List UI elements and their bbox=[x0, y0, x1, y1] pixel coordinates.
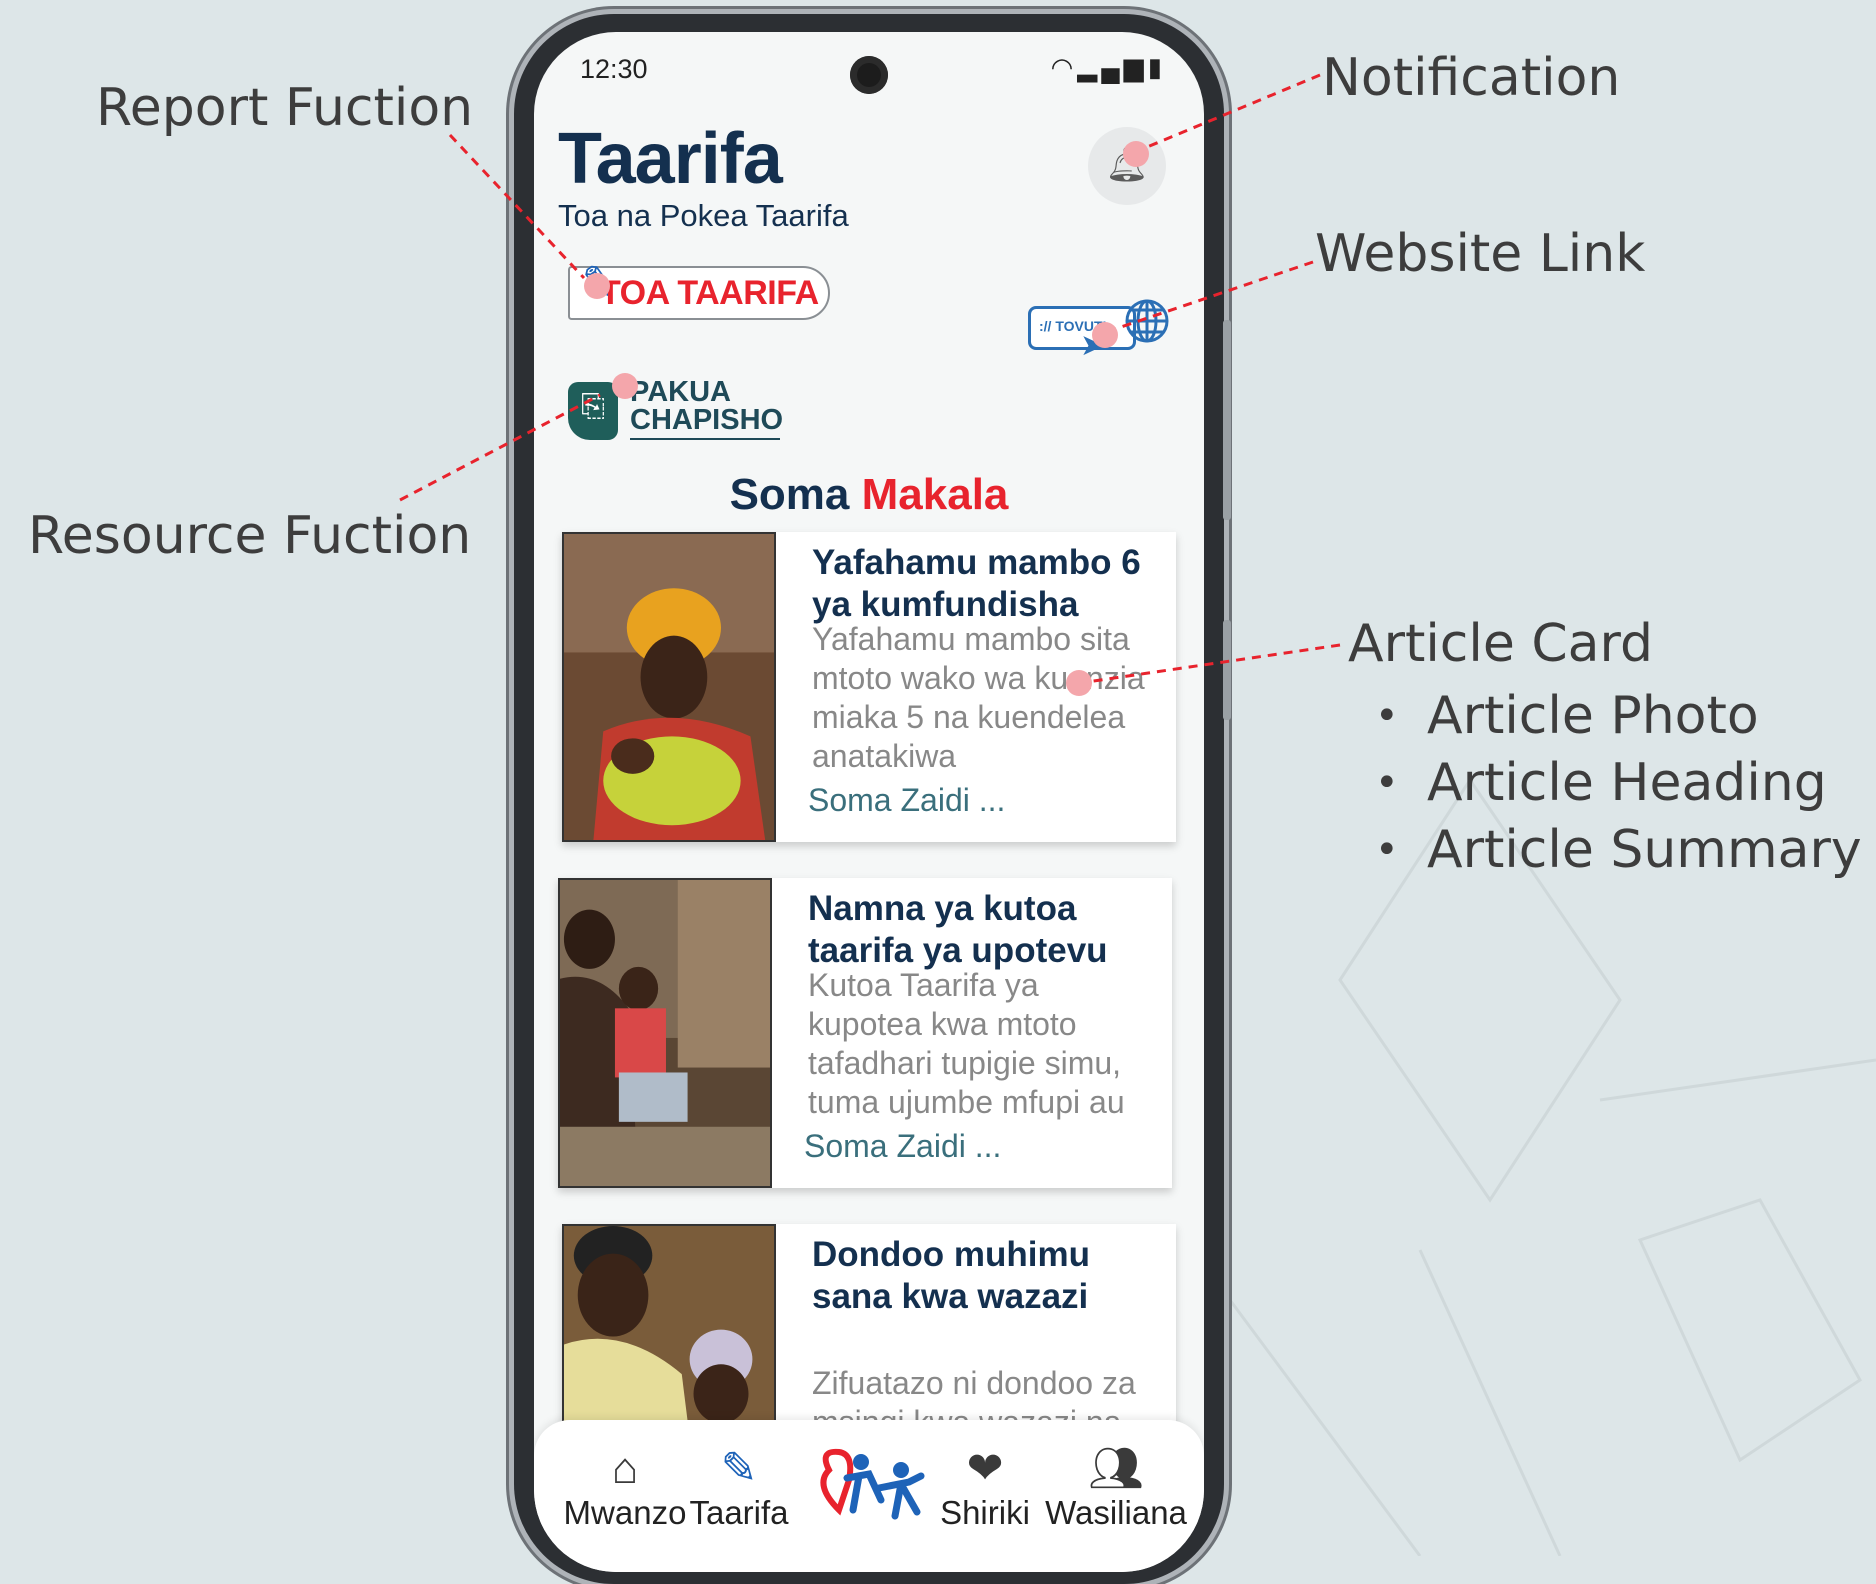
article-photo bbox=[562, 532, 776, 842]
status-time: 12:30 bbox=[580, 54, 648, 84]
callout-article-parts: Article Photo Article Heading Article Su… bbox=[1375, 683, 1862, 884]
callout-notification: Notification bbox=[1322, 48, 1621, 108]
phone-volume-button bbox=[1223, 320, 1231, 520]
callout-resource: Resource Fuction bbox=[28, 506, 472, 566]
signal-icon: ▂▄▆ bbox=[1077, 52, 1148, 82]
callout-article-photo: Article Photo bbox=[1375, 683, 1862, 750]
callout-marker bbox=[1092, 322, 1118, 348]
nav-label: Taarifa bbox=[689, 1494, 789, 1531]
callout-marker bbox=[612, 373, 638, 399]
article-heading: Dondoo muhimu sana kwa wazazi bbox=[812, 1235, 1091, 1316]
callout-report: Report Fuction bbox=[96, 78, 474, 138]
page-title: Taarifa bbox=[558, 119, 783, 199]
callout-article-heading: Article Heading bbox=[1375, 750, 1862, 817]
front-camera bbox=[850, 56, 888, 94]
section-title-part1: Soma bbox=[729, 470, 850, 519]
section-title: Soma Makala bbox=[534, 470, 1204, 520]
nav-item-home[interactable]: ⌂ Mwanzo bbox=[562, 1444, 688, 1532]
nav-item-contact[interactable]: 👥︎ Wasiliana bbox=[1040, 1444, 1192, 1532]
resource-label-line2: CHAPISHO bbox=[630, 404, 784, 436]
document-download-icon: ⎘ bbox=[568, 382, 618, 440]
battery-icon: ▮ bbox=[1147, 52, 1166, 82]
read-more-link[interactable]: Soma Zaidi ... bbox=[804, 1128, 1001, 1165]
nav-label: Mwanzo bbox=[563, 1494, 687, 1531]
phone-power-button bbox=[1223, 620, 1231, 720]
phone-screen: 12:30 ◠▂▄▆▮ Taarifa Toa na Pokea Taarifa… bbox=[534, 32, 1204, 1572]
app-logo-icon[interactable] bbox=[809, 1440, 929, 1530]
nav-label: Shiriki bbox=[940, 1494, 1030, 1531]
callout-marker bbox=[584, 273, 610, 299]
home-icon: ⌂ bbox=[611, 1444, 639, 1493]
callout-article-card: Article Card bbox=[1348, 614, 1653, 674]
callout-website: Website Link bbox=[1315, 224, 1646, 284]
article-photo bbox=[558, 878, 772, 1188]
page-subtitle: Toa na Pokea Taarifa bbox=[558, 198, 849, 233]
callout-marker bbox=[1123, 141, 1149, 167]
report-edit-icon: ✎ bbox=[720, 1444, 758, 1493]
heart-share-icon: ❤︎ bbox=[966, 1444, 1004, 1493]
article-summary: Kutoa Taarifa ya kupotea kwa mtoto tafad… bbox=[808, 967, 1125, 1120]
read-more-link[interactable]: Soma Zaidi ... bbox=[808, 782, 1005, 819]
nav-item-share[interactable]: ❤︎ Shiriki bbox=[930, 1444, 1040, 1532]
article-summary: Yafahamu mambo sita mtoto wako wa kuanzi… bbox=[812, 621, 1145, 774]
nav-item-report[interactable]: ✎ Taarifa bbox=[688, 1444, 790, 1532]
status-icons: ◠▂▄▆▮ bbox=[1051, 52, 1166, 83]
report-button-label: TOA TAARIFA bbox=[600, 274, 819, 312]
article-heading: Namna ya kutoa taarifa ya upotevu bbox=[808, 889, 1108, 970]
article-card[interactable]: Namna ya kutoa taarifa ya upotevu Kutoa … bbox=[558, 878, 1172, 1188]
globe-icon bbox=[1125, 299, 1169, 343]
section-title-part2: Makala bbox=[861, 470, 1009, 519]
nav-label: Wasiliana bbox=[1045, 1494, 1187, 1531]
article-heading: Yafahamu mambo 6 ya kumfundisha bbox=[812, 543, 1141, 624]
wifi-icon: ◠ bbox=[1050, 52, 1078, 82]
group-icon: 👥︎ bbox=[1088, 1444, 1144, 1493]
callout-article-summary: Article Summary bbox=[1375, 817, 1862, 884]
resource-download-button[interactable]: ⎘ PAKUA CHAPISHO bbox=[568, 372, 798, 444]
status-bar: 12:30 ◠▂▄▆▮ bbox=[534, 32, 1204, 102]
notification-button[interactable]: 🔔︎ bbox=[1088, 127, 1166, 205]
bottom-navigation: ⌂ Mwanzo ✎ Taarifa ❤︎ Shiriki 👥︎ Wasilia… bbox=[534, 1420, 1204, 1572]
resource-underline bbox=[630, 438, 780, 440]
callout-marker bbox=[1066, 670, 1092, 696]
